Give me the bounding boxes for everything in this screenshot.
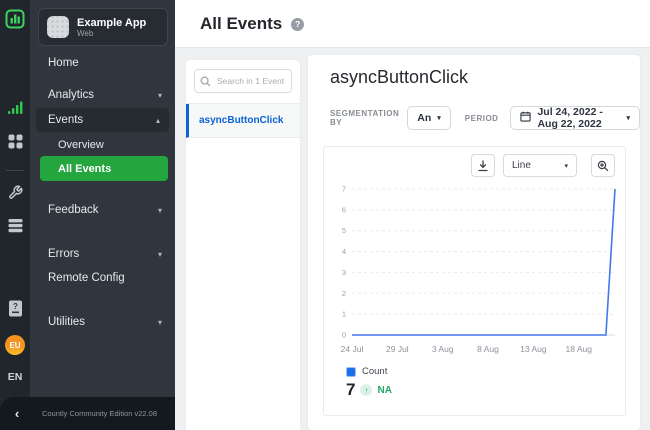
avatar-initials: EU: [5, 335, 25, 355]
chevron-down-icon: ▾: [158, 91, 162, 100]
user-avatar[interactable]: EU: [0, 335, 30, 355]
event-title: asyncButtonClick: [330, 67, 468, 88]
help-report-icon[interactable]: ?: [0, 300, 30, 317]
sidebar-item-errors[interactable]: Errors ▾: [30, 243, 175, 265]
main-area: All Events ? asyncButtonClick asyncButto…: [175, 0, 650, 430]
svg-text:5: 5: [342, 226, 346, 235]
sidebar-item-analytics[interactable]: Analytics ▾: [30, 84, 175, 106]
collapse-sidebar-button[interactable]: ‹: [0, 406, 34, 421]
svg-text:13 Aug: 13 Aug: [520, 344, 547, 354]
sidebar-footer: ‹ Countly Community Edition v22.08: [0, 397, 175, 430]
sidebar-item-home[interactable]: Home: [30, 52, 175, 74]
segmentation-select[interactable]: An ▾: [407, 106, 451, 130]
sidebar-item-remote-config[interactable]: Remote Config: [30, 267, 175, 289]
svg-text:29 Jul: 29 Jul: [386, 344, 409, 354]
line-chart-svg[interactable]: 0 1 2 3 4 5 6 7 24 Jul 29 Jul 3 Aug 8 Aug 13 Aug 18 A…: [334, 181, 621, 359]
chevron-down-icon: ▾: [564, 162, 568, 170]
management-wrench-icon[interactable]: [0, 185, 30, 200]
legend-label: Count: [362, 366, 387, 377]
app-icon: [47, 16, 69, 38]
event-list-item[interactable]: asyncButtonClick: [186, 104, 300, 138]
version-text: Countly Community Edition v22.08: [34, 409, 175, 418]
controls-row: SEGMENTATION BY An ▾ PERIOD Jul 24, 2022…: [330, 106, 640, 130]
plugins-grid-icon[interactable]: [0, 134, 30, 149]
language-selector[interactable]: EN: [0, 371, 30, 383]
summary-row: 7 ↑ NA: [346, 380, 625, 400]
sidebar-item-overview[interactable]: Overview: [30, 134, 175, 156]
chevron-down-icon: ▾: [158, 206, 162, 215]
sidebar-item-events[interactable]: Events ▴: [36, 108, 169, 132]
svg-text:4: 4: [342, 247, 346, 256]
events-list-panel: asyncButtonClick: [186, 60, 300, 430]
svg-text:6: 6: [342, 205, 346, 214]
total-count-value: 7: [346, 380, 355, 400]
legend-swatch-count: [346, 367, 356, 377]
svg-text:3: 3: [342, 268, 346, 277]
event-detail-panel: asyncButtonClick SEGMENTATION BY An ▾ PE…: [308, 55, 640, 430]
chart-type-select[interactable]: Line ▾: [503, 154, 577, 177]
chevron-down-icon: ▾: [437, 114, 441, 122]
svg-text:8 Aug: 8 Aug: [477, 344, 499, 354]
calendar-icon: [520, 111, 531, 125]
svg-text:18 Aug: 18 Aug: [565, 344, 592, 354]
svg-text:0: 0: [342, 331, 346, 340]
page-title: All Events: [200, 14, 282, 34]
chevron-up-icon: ▴: [156, 116, 160, 125]
icon-rail: ? EU EN: [0, 0, 30, 430]
svg-text:?: ?: [13, 302, 18, 311]
page-header: All Events ?: [175, 0, 650, 48]
svg-text:7: 7: [342, 185, 346, 194]
app-selector[interactable]: Example App Web: [38, 8, 168, 46]
chart-legend[interactable]: Count: [346, 366, 625, 377]
chevron-down-icon: ▾: [158, 318, 162, 327]
trend-value: NA: [377, 385, 391, 396]
chevron-down-icon: ▾: [158, 250, 162, 259]
sidebar-item-feedback[interactable]: Feedback ▾: [30, 199, 175, 221]
download-button[interactable]: [471, 154, 495, 177]
chart-card: Line ▾ 0 1 2 3 4 5 6 7 24 Jul 29 Jul 3 Aug 8 Aug 13 …: [323, 146, 626, 416]
help-icon[interactable]: ?: [291, 18, 304, 31]
svg-text:3 Aug: 3 Aug: [432, 344, 454, 354]
sidebar-item-utilities[interactable]: Utilities ▾: [30, 311, 175, 333]
sidebar-item-all-events[interactable]: All Events: [40, 156, 168, 181]
svg-text:2: 2: [342, 289, 346, 298]
sidebar: Example App Web Home Analytics ▾ Events …: [30, 0, 175, 430]
chart-toolbar: Line ▾: [324, 147, 625, 177]
search-icon: [200, 74, 211, 92]
rail-divider: [6, 170, 24, 171]
app-name: Example App: [77, 17, 146, 29]
app-type: Web: [77, 29, 146, 38]
chevron-down-icon: ▾: [626, 114, 630, 122]
period-picker[interactable]: Jul 24, 2022 - Aug 22, 2022 ▾: [510, 106, 640, 130]
trend-up-icon: ↑: [360, 384, 372, 396]
data-manager-stack-icon[interactable]: [0, 218, 30, 233]
period-label: PERIOD: [465, 114, 499, 123]
zoom-in-button[interactable]: [591, 154, 615, 177]
analytics-bars-icon[interactable]: [0, 100, 30, 115]
svg-text:1: 1: [342, 310, 346, 319]
segmentation-label: SEGMENTATION BY: [330, 109, 399, 127]
countly-logo-icon[interactable]: [0, 9, 30, 29]
svg-text:24 Jul: 24 Jul: [341, 344, 364, 354]
